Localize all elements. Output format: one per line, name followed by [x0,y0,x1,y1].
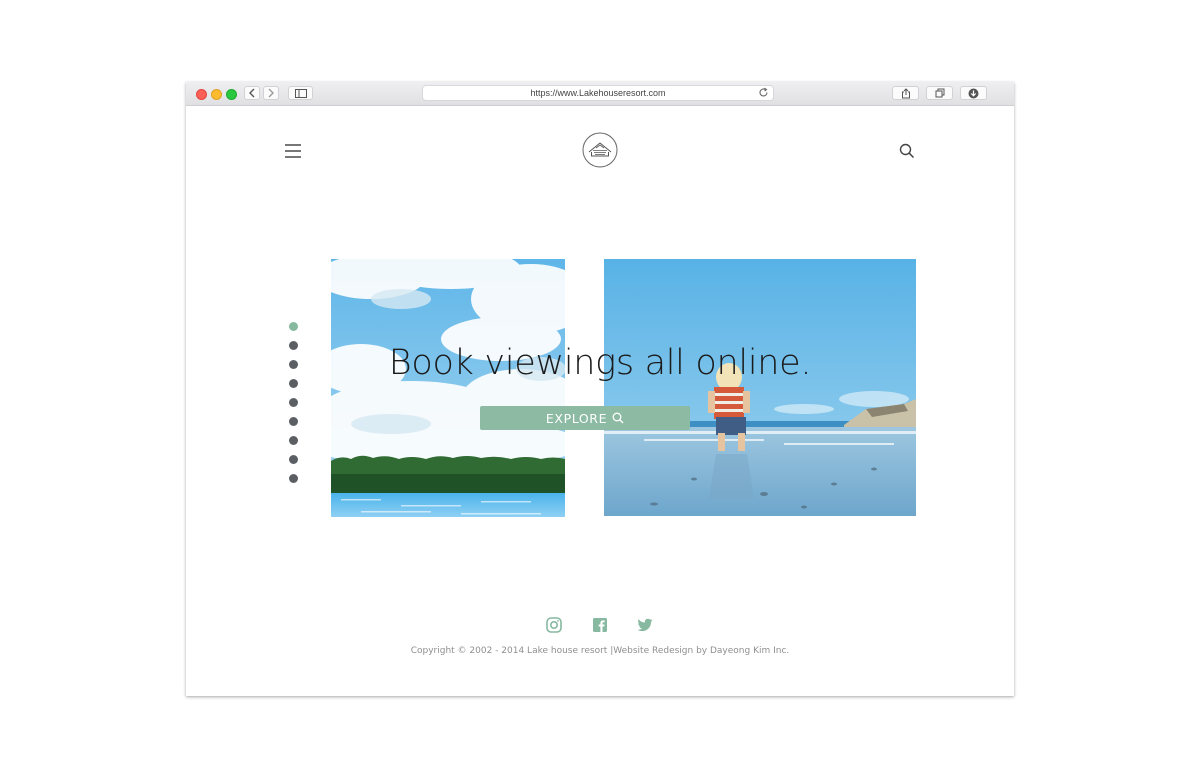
back-icon [249,88,255,98]
twitter-icon[interactable] [637,617,653,633]
menu-button[interactable] [285,144,303,158]
tabs-button[interactable] [926,86,953,100]
download-icon [968,88,979,98]
share-button[interactable] [892,86,919,100]
hero-headline: Book viewings all online. [388,343,812,383]
slide-dot[interactable] [289,436,298,445]
address-bar[interactable]: https://www.Lakehouseresort.com [422,85,774,101]
search-icon[interactable] [899,143,915,159]
sidebar-icon [294,88,307,98]
downloads-button[interactable] [960,86,987,100]
lake-house-logo[interactable] [582,132,618,168]
search-icon [612,412,624,424]
browser-toolbar: https://www.Lakehouseresort.com [186,82,1014,106]
slide-dot[interactable] [289,341,298,350]
copyright-text: Copyright © 2002 - 2014 Lake house resor… [410,646,790,656]
browser-window: https://www.Lakehouseresort.com Book vie… [186,82,1014,696]
hamburger-icon [285,144,301,146]
slide-dot[interactable] [289,474,298,483]
slide-dot-active[interactable] [289,322,298,331]
forward-button[interactable] [263,86,279,100]
page-content: Book viewings all online. EXPLORE Copyri… [186,106,1014,696]
share-icon [901,87,910,98]
slide-pagination [289,322,298,493]
maximize-window-button[interactable] [226,89,237,100]
instagram-icon[interactable] [546,617,562,633]
slide-dot[interactable] [289,398,298,407]
back-button[interactable] [244,86,260,100]
close-window-button[interactable] [196,89,207,100]
slide-dot[interactable] [289,417,298,426]
url-text: https://www.Lakehouseresort.com [530,88,666,98]
slide-dot[interactable] [289,455,298,464]
explore-button[interactable]: EXPLORE [480,406,690,430]
forward-icon [268,88,274,98]
facebook-icon[interactable] [592,617,608,633]
hamburger-icon-line [285,150,301,152]
sidebar-button[interactable] [288,86,313,100]
lake-sky-trees-photo [331,259,565,517]
tabs-icon [935,88,944,98]
explore-label: EXPLORE [545,410,608,426]
reload-icon[interactable] [758,87,769,98]
child-on-beach-photo [604,259,916,516]
slide-dot[interactable] [289,360,298,369]
slide-dot[interactable] [289,379,298,388]
hamburger-icon-line [285,156,301,158]
minimize-window-button[interactable] [211,89,222,100]
